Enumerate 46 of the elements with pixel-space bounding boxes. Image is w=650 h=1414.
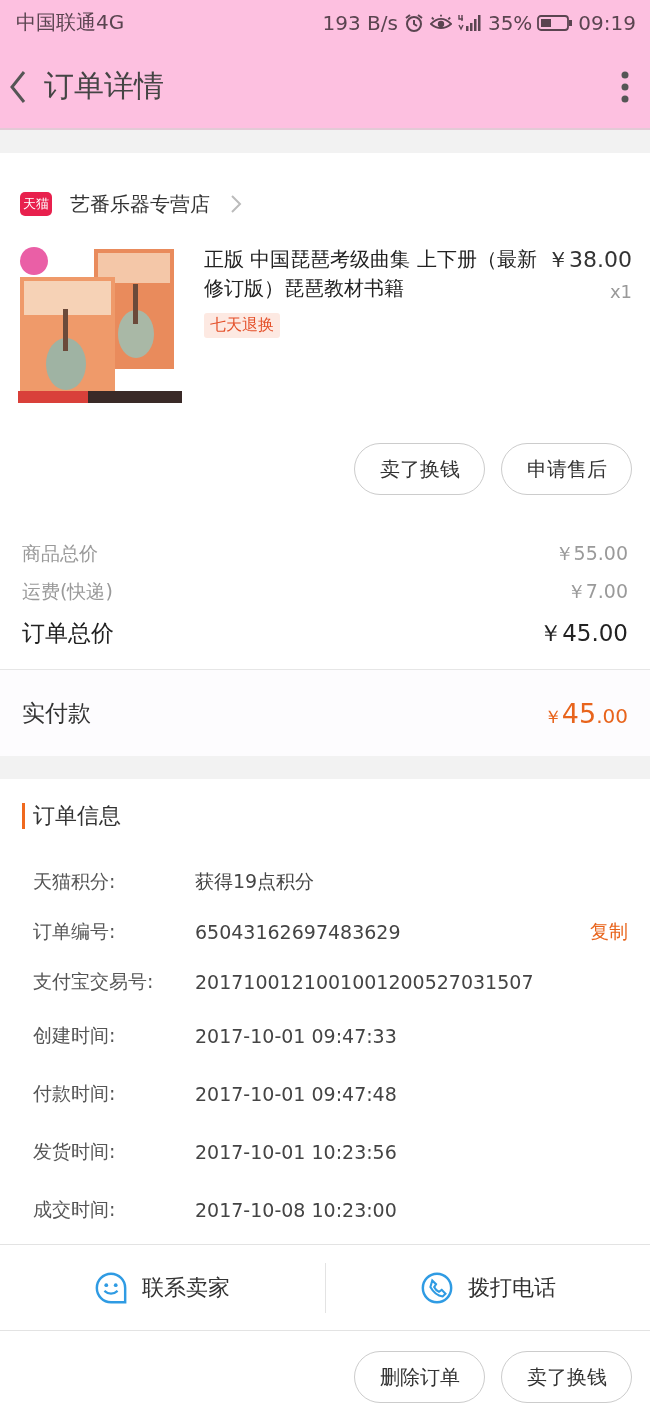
info-value: 2017100121001001200527031507 bbox=[195, 971, 535, 993]
network-speed: 193 B/s bbox=[322, 10, 398, 35]
info-label: 天猫积分: bbox=[33, 869, 117, 894]
cost-value: ￥55.00 bbox=[554, 541, 628, 566]
action-button[interactable]: 删除订单 bbox=[354, 1351, 485, 1403]
battery-percent: 35% bbox=[487, 10, 533, 35]
shop-badge: 天猫 bbox=[20, 192, 52, 216]
product-price: ￥38.00 bbox=[547, 246, 632, 274]
info-value: 2017-10-01 10:23:56 bbox=[195, 1141, 398, 1163]
cost-label: 商品总价 bbox=[22, 541, 98, 566]
cost-value: ￥45.00 bbox=[539, 618, 628, 648]
info-label: 支付宝交易号: bbox=[33, 969, 155, 994]
section-title: 订单信息 bbox=[22, 803, 628, 829]
paid-amount: ￥45.00 bbox=[543, 697, 628, 729]
phone-icon[interactable] bbox=[419, 1270, 454, 1305]
contact-button[interactable]: 拨打电话 bbox=[467, 1272, 556, 1303]
contact-button[interactable]: 联系卖家 bbox=[142, 1272, 231, 1303]
info-label: 付款时间: bbox=[33, 1081, 117, 1106]
signal-icon bbox=[456, 12, 483, 33]
battery-icon bbox=[537, 13, 574, 32]
return-tag: 七天退换 bbox=[204, 313, 280, 338]
action-button[interactable]: 卖了换钱 bbox=[354, 443, 485, 495]
clock-time: 09:19 bbox=[578, 10, 636, 35]
product-title[interactable]: 正版 中国琵琶考级曲集 上下册（最新修订版）琵琶教材书籍 bbox=[204, 245, 537, 303]
chat-icon[interactable] bbox=[94, 1270, 129, 1305]
info-value: 获得19点积分 bbox=[195, 869, 316, 894]
paid-label: 实付款 bbox=[22, 698, 91, 728]
info-label: 创建时间: bbox=[33, 1023, 117, 1048]
info-value: 2017-10-08 10:23:00 bbox=[195, 1199, 398, 1221]
info-value: 65043162697483629 bbox=[195, 921, 402, 943]
product-quantity: x1 bbox=[608, 281, 632, 302]
info-value: 2017-10-01 09:47:48 bbox=[195, 1083, 398, 1105]
cost-label: 运费(快递) bbox=[22, 579, 113, 604]
info-value: 2017-10-01 09:47:33 bbox=[195, 1025, 398, 1047]
info-label: 发货时间: bbox=[33, 1139, 117, 1164]
cost-label: 订单总价 bbox=[22, 618, 114, 648]
shop-name[interactable]: 艺番乐器专营店 bbox=[70, 190, 210, 218]
action-button[interactable]: 申请售后 bbox=[501, 443, 632, 495]
back-icon[interactable] bbox=[8, 68, 28, 105]
chevron-icon[interactable] bbox=[230, 194, 242, 214]
carrier-name: 中国联通4G bbox=[16, 9, 125, 36]
info-label: 订单编号: bbox=[33, 919, 117, 944]
cost-value: ￥7.00 bbox=[566, 579, 628, 604]
info-label: 成交时间: bbox=[33, 1197, 117, 1222]
action-button[interactable]: 卖了换钱 bbox=[501, 1351, 632, 1403]
page-title: 订单详情 bbox=[44, 67, 165, 105]
